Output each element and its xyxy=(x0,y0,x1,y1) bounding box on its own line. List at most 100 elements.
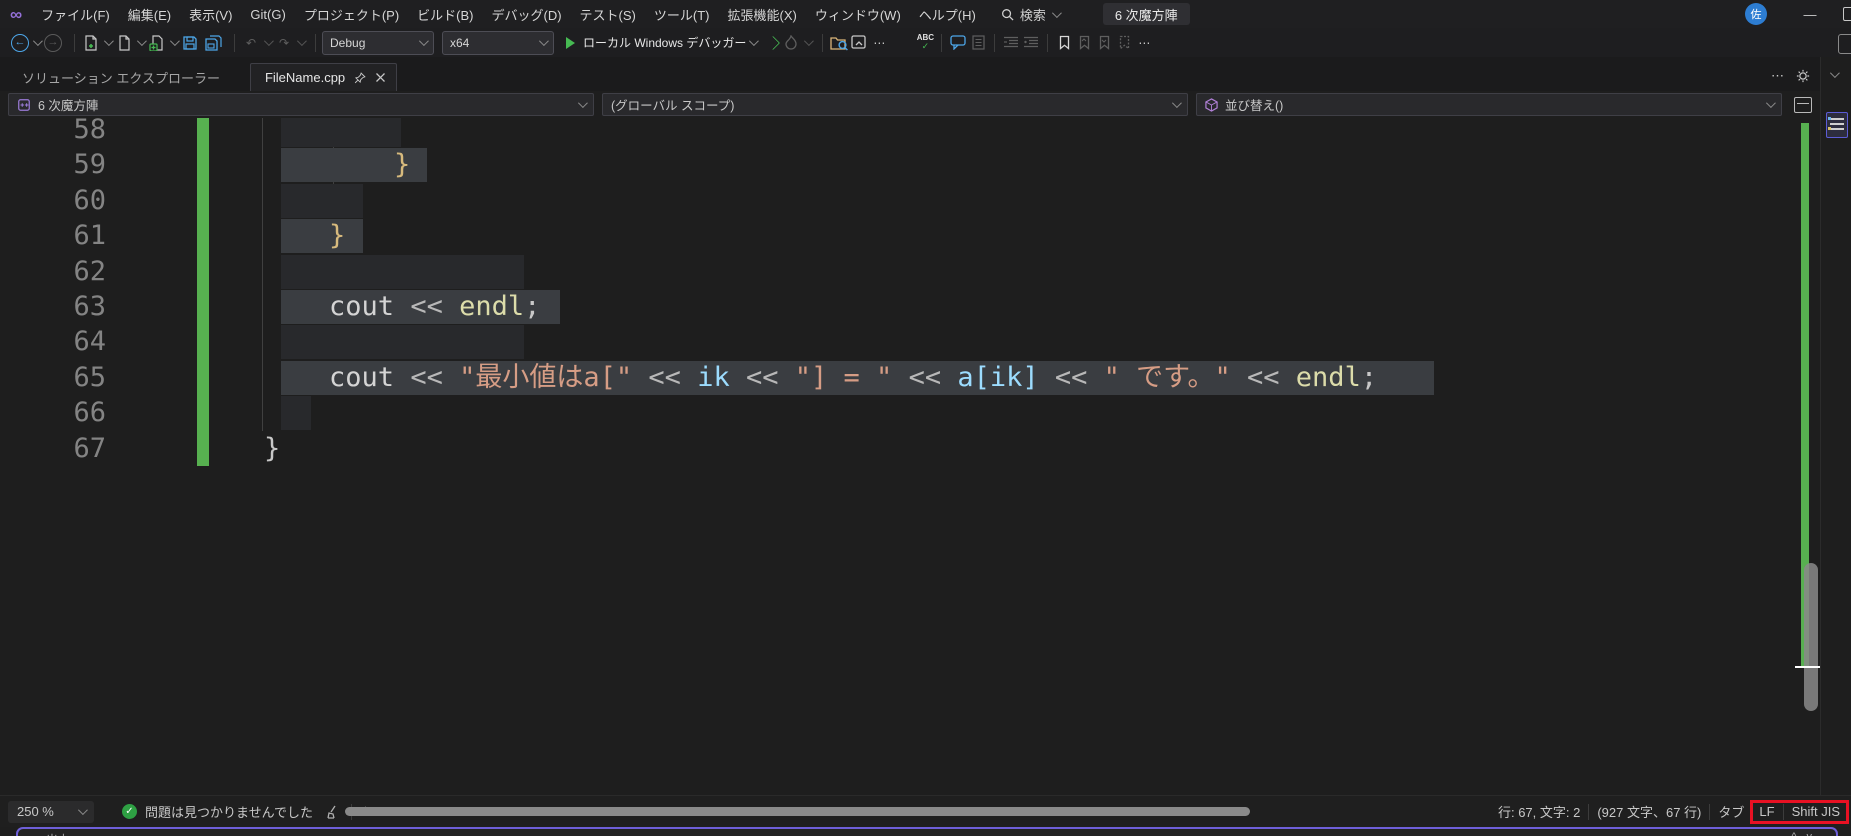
code-text: } xyxy=(264,431,280,466)
gear-icon[interactable] xyxy=(1796,69,1810,83)
menu-item[interactable]: ビルド(B) xyxy=(408,0,482,28)
tab-filename-cpp[interactable]: FileName.cpp xyxy=(250,63,397,91)
search-label: 検索 xyxy=(1020,5,1046,24)
line-column-indicator[interactable]: 行: 67, 文字: 2 xyxy=(1498,802,1580,821)
tab-overflow-button[interactable]: ⋯ xyxy=(1771,68,1784,84)
spell-checker-button[interactable]: ABC ✓ xyxy=(915,32,935,54)
start-debugging-button[interactable]: ローカル Windows デバッガー xyxy=(566,34,756,51)
code-line[interactable]: 62 xyxy=(0,254,1800,290)
selection-highlight xyxy=(281,255,524,289)
clear-bookmarks-button[interactable] xyxy=(1114,32,1134,54)
tab-solution-explorer[interactable]: ソリューション エクスプローラー xyxy=(0,64,242,91)
line-number: 66 xyxy=(40,395,106,430)
start-without-debugging-button[interactable] xyxy=(761,32,781,54)
menu-item[interactable]: テスト(S) xyxy=(571,0,645,28)
project-dropdown[interactable]: 6 次魔方陣 xyxy=(8,93,594,116)
profiler-button[interactable] xyxy=(781,32,801,54)
save-all-button[interactable] xyxy=(203,32,223,54)
navigate-window-button[interactable] xyxy=(849,32,869,54)
find-in-files-button[interactable] xyxy=(829,32,849,54)
menu-item[interactable]: ファイル(F) xyxy=(32,0,119,28)
code-line[interactable]: 63 cout << endl; xyxy=(0,289,1800,325)
increase-indent-button[interactable] xyxy=(1021,32,1041,54)
decrease-indent-button[interactable] xyxy=(1001,32,1021,54)
toolbar-separator xyxy=(315,34,316,52)
chevron-down-icon xyxy=(578,98,588,108)
bottom-panel-nav-icons[interactable]: ^v xyxy=(1791,831,1822,836)
minimize-button[interactable]: — xyxy=(1793,7,1827,22)
toggle-bookmark-button[interactable] xyxy=(1054,32,1074,54)
document-health-indicator[interactable]: ✓ 問題は見つかりませんでした xyxy=(122,802,313,821)
toolbar-overflow-button[interactable]: ⋯ xyxy=(1134,32,1154,54)
vertical-scrollbar-thumb[interactable] xyxy=(1804,563,1818,711)
close-icon[interactable] xyxy=(375,72,386,83)
save-button[interactable] xyxy=(180,32,200,54)
indent-mode-indicator[interactable]: タブ xyxy=(1718,802,1744,821)
code-line[interactable]: 58 xyxy=(0,118,1800,148)
tab-label: FileName.cpp xyxy=(265,70,345,85)
toolbar-overflow-button[interactable]: ⋯ xyxy=(869,32,889,54)
code-cleanup-button[interactable] xyxy=(323,801,343,823)
code-line[interactable]: 60 xyxy=(0,183,1800,219)
search-control[interactable]: 検索 xyxy=(1001,5,1059,24)
maximize-button[interactable] xyxy=(1843,7,1851,21)
solution-explorer-autohide-button[interactable] xyxy=(1826,112,1848,138)
avatar[interactable]: 佐 xyxy=(1745,3,1767,25)
new-file-chevron-icon[interactable] xyxy=(104,36,114,46)
menu-item[interactable]: Git(G) xyxy=(241,0,294,28)
line-number: 63 xyxy=(40,289,106,324)
member-dropdown[interactable]: 並び替え() xyxy=(1196,93,1782,116)
pin-icon[interactable] xyxy=(354,72,366,84)
menu-item[interactable]: デバッグ(D) xyxy=(483,0,571,28)
back-dropdown-chevron-icon[interactable] xyxy=(33,36,43,46)
prev-bookmark-button[interactable] xyxy=(1074,32,1094,54)
menu-item[interactable]: プロジェクト(P) xyxy=(295,0,408,28)
open-file-chevron-icon[interactable] xyxy=(137,36,147,46)
code-line[interactable]: 65 cout << "最小値はa[" << ik << "] = " << a… xyxy=(0,360,1800,396)
scope-dropdown[interactable]: (グローバル スコープ) xyxy=(602,93,1188,116)
menu-item[interactable]: ヘルプ(H) xyxy=(910,0,985,28)
code-line[interactable]: 61 } xyxy=(0,218,1800,254)
menu-item[interactable]: 拡張機能(X) xyxy=(719,0,806,28)
code-text: cout << endl; xyxy=(264,289,540,324)
code-line[interactable]: 66 xyxy=(0,395,1800,431)
open-file-button[interactable] xyxy=(114,32,134,54)
document-tab-row: ソリューション エクスプローラー FileName.cpp ⋯ xyxy=(0,57,1820,91)
horizontal-scrollbar-thumb[interactable] xyxy=(345,807,1250,816)
code-text: } xyxy=(264,147,410,182)
add-item-chevron-icon[interactable] xyxy=(170,36,180,46)
scrollbar-caret-marker xyxy=(1795,666,1820,668)
toggle-comment-button[interactable] xyxy=(948,32,968,54)
start-debugging-chevron-icon[interactable] xyxy=(749,36,759,46)
new-file-button[interactable] xyxy=(81,32,101,54)
zoom-dropdown[interactable]: 250 % xyxy=(8,801,94,823)
undo-button[interactable]: ↶ xyxy=(241,32,261,54)
line-doc-button[interactable] xyxy=(968,32,988,54)
redo-button[interactable]: ↷ xyxy=(274,32,294,54)
navigate-back-button[interactable]: ← xyxy=(10,32,30,54)
navigate-forward-button[interactable]: → xyxy=(43,32,63,54)
add-item-button[interactable] xyxy=(147,32,167,54)
chevron-down-icon[interactable] xyxy=(1830,68,1840,78)
menu-item[interactable]: ツール(T) xyxy=(645,0,719,28)
menu-item[interactable]: 表示(V) xyxy=(180,0,241,28)
solution-configuration-dropdown[interactable]: Debug xyxy=(322,31,434,55)
chevron-down-icon xyxy=(1766,98,1776,108)
next-bookmark-button[interactable] xyxy=(1094,32,1114,54)
code-line[interactable]: 64 xyxy=(0,324,1800,360)
solution-platform-dropdown[interactable]: x64 xyxy=(442,31,554,55)
encoding-indicator[interactable]: Shift JIS xyxy=(1792,804,1840,819)
toolbar-separator xyxy=(941,34,942,52)
forward-arrow-icon: → xyxy=(44,34,62,52)
line-ending-indicator[interactable]: LF xyxy=(1759,804,1774,819)
split-editor-button[interactable] xyxy=(1794,97,1812,113)
code-editor[interactable]: 5859 }6061 }6263 cout << endl;6465 cout … xyxy=(0,118,1820,795)
menu-item[interactable]: 編集(E) xyxy=(119,0,180,28)
code-line[interactable]: 59 } xyxy=(0,147,1800,183)
line-number: 59 xyxy=(40,147,106,182)
code-line[interactable]: 67} xyxy=(0,431,1800,467)
document-stats[interactable]: (927 文字、67 行) xyxy=(1597,802,1701,821)
clipped-edge-button[interactable] xyxy=(1838,34,1851,54)
clipped-bottom-window[interactable]: 出力 ^v xyxy=(16,827,1838,836)
menu-item[interactable]: ウィンドウ(W) xyxy=(806,0,910,28)
